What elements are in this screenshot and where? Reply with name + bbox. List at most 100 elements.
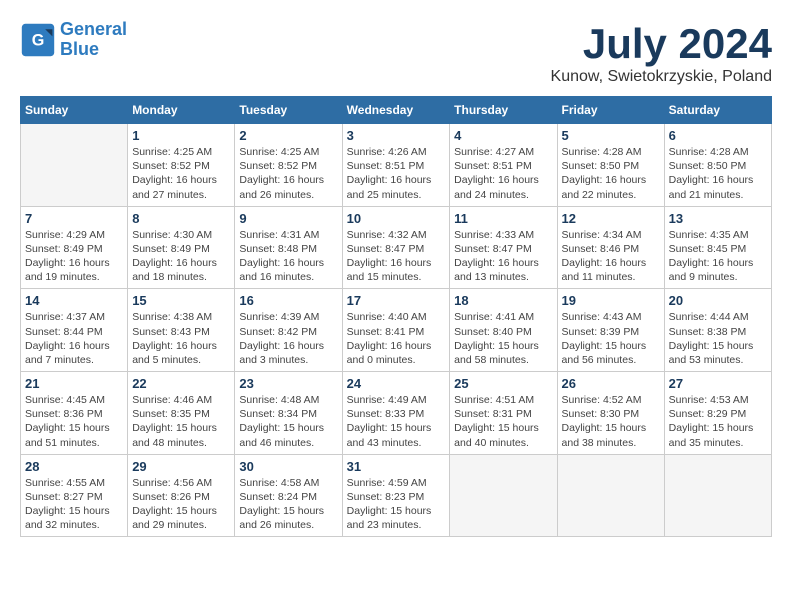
day-info: Sunrise: 4:39 AMSunset: 8:42 PMDaylight:… [239,310,337,367]
day-number: 28 [25,459,123,474]
column-header-sunday: Sunday [21,97,128,124]
calendar-cell [557,454,664,537]
calendar-cell [21,124,128,207]
column-header-monday: Monday [128,97,235,124]
day-info: Sunrise: 4:29 AMSunset: 8:49 PMDaylight:… [25,228,123,285]
column-header-tuesday: Tuesday [235,97,342,124]
calendar-cell [664,454,771,537]
calendar-cell: 6Sunrise: 4:28 AMSunset: 8:50 PMDaylight… [664,124,771,207]
day-info: Sunrise: 4:53 AMSunset: 8:29 PMDaylight:… [669,393,767,450]
day-info: Sunrise: 4:41 AMSunset: 8:40 PMDaylight:… [454,310,552,367]
calendar-cell: 9 Sunrise: 4:31 AMSunset: 8:48 PMDaylight… [235,206,342,289]
logo: G General Blue [20,20,127,60]
day-info: Sunrise: 4:37 AMSunset: 8:44 PMDaylight:… [25,310,123,367]
day-number: 11 [454,211,552,226]
calendar-cell: 5Sunrise: 4:28 AMSunset: 8:50 PMDaylight… [557,124,664,207]
day-number: 13 [669,211,767,226]
calendar-week-row: 14 Sunrise: 4:37 AMSunset: 8:44 PMDayligh… [21,289,772,372]
day-number: 16 [239,293,337,308]
day-info: Sunrise: 4:32 AMSunset: 8:47 PMDaylight:… [347,228,446,285]
calendar-cell: 20 Sunrise: 4:44 AMSunset: 8:38 PMDayligh… [664,289,771,372]
day-info: Sunrise: 4:49 AMSunset: 8:33 PMDaylight:… [347,393,446,450]
month-title: July 2024 [551,20,772,68]
calendar-cell: 26 Sunrise: 4:52 AMSunset: 8:30 PMDayligh… [557,372,664,455]
day-number: 8 [132,211,230,226]
title-block: July 2024 Kunow, Swietokrzyskie, Poland [551,20,772,86]
day-info: Sunrise: 4:45 AMSunset: 8:36 PMDaylight:… [25,393,123,450]
day-info: Sunrise: 4:55 AMSunset: 8:27 PMDaylight:… [25,476,123,533]
svg-text:G: G [32,31,45,49]
day-info: Sunrise: 4:31 AMSunset: 8:48 PMDaylight:… [239,228,337,285]
day-number: 9 [239,211,337,226]
day-info: Sunrise: 4:25 AMSunset: 8:52 PMDaylight:… [132,145,230,202]
day-number: 14 [25,293,123,308]
calendar-cell: 11 Sunrise: 4:33 AMSunset: 8:47 PMDayligh… [450,206,557,289]
day-number: 26 [562,376,660,391]
day-info: Sunrise: 4:48 AMSunset: 8:34 PMDaylight:… [239,393,337,450]
calendar-cell [450,454,557,537]
day-info: Sunrise: 4:58 AMSunset: 8:24 PMDaylight:… [239,476,337,533]
calendar-cell: 22Sunrise: 4:46 AMSunset: 8:35 PMDayligh… [128,372,235,455]
calendar-cell: 18 Sunrise: 4:41 AMSunset: 8:40 PMDayligh… [450,289,557,372]
logo-icon: G [20,22,56,58]
calendar-cell: 4 Sunrise: 4:27 AMSunset: 8:51 PMDaylight… [450,124,557,207]
calendar-header-row: SundayMondayTuesdayWednesdayThursdayFrid… [21,97,772,124]
day-number: 4 [454,128,552,143]
day-number: 23 [239,376,337,391]
day-info: Sunrise: 4:59 AMSunset: 8:23 PMDaylight:… [347,476,446,533]
day-number: 7 [25,211,123,226]
calendar-cell: 16 Sunrise: 4:39 AMSunset: 8:42 PMDayligh… [235,289,342,372]
day-info: Sunrise: 4:51 AMSunset: 8:31 PMDaylight:… [454,393,552,450]
day-number: 17 [347,293,446,308]
day-number: 2 [239,128,337,143]
day-number: 30 [239,459,337,474]
calendar-cell: 25Sunrise: 4:51 AMSunset: 8:31 PMDayligh… [450,372,557,455]
logo-text: General Blue [60,20,127,60]
day-info: Sunrise: 4:28 AMSunset: 8:50 PMDaylight:… [669,145,767,202]
logo-line2: Blue [60,39,99,59]
day-info: Sunrise: 4:44 AMSunset: 8:38 PMDaylight:… [669,310,767,367]
day-info: Sunrise: 4:40 AMSunset: 8:41 PMDaylight:… [347,310,446,367]
day-info: Sunrise: 4:28 AMSunset: 8:50 PMDaylight:… [562,145,660,202]
calendar-cell: 12 Sunrise: 4:34 AMSunset: 8:46 PMDayligh… [557,206,664,289]
day-number: 31 [347,459,446,474]
day-info: Sunrise: 4:35 AMSunset: 8:45 PMDaylight:… [669,228,767,285]
day-number: 29 [132,459,230,474]
day-number: 1 [132,128,230,143]
day-info: Sunrise: 4:38 AMSunset: 8:43 PMDaylight:… [132,310,230,367]
calendar-week-row: 21Sunrise: 4:45 AMSunset: 8:36 PMDayligh… [21,372,772,455]
calendar-cell: 31 Sunrise: 4:59 AMSunset: 8:23 PMDayligh… [342,454,450,537]
header: G General Blue July 2024 Kunow, Swietokr… [20,20,772,86]
calendar-cell: 19Sunrise: 4:43 AMSunset: 8:39 PMDayligh… [557,289,664,372]
calendar-cell: 1 Sunrise: 4:25 AMSunset: 8:52 PMDaylight… [128,124,235,207]
calendar-cell: 17 Sunrise: 4:40 AMSunset: 8:41 PMDayligh… [342,289,450,372]
day-number: 20 [669,293,767,308]
calendar-table: SundayMondayTuesdayWednesdayThursdayFrid… [20,96,772,537]
day-number: 19 [562,293,660,308]
calendar-cell: 10Sunrise: 4:32 AMSunset: 8:47 PMDayligh… [342,206,450,289]
day-info: Sunrise: 4:52 AMSunset: 8:30 PMDaylight:… [562,393,660,450]
day-number: 3 [347,128,446,143]
logo-line1: General [60,19,127,39]
column-header-thursday: Thursday [450,97,557,124]
calendar-cell: 23 Sunrise: 4:48 AMSunset: 8:34 PMDayligh… [235,372,342,455]
column-header-saturday: Saturday [664,97,771,124]
calendar-cell: 30 Sunrise: 4:58 AMSunset: 8:24 PMDayligh… [235,454,342,537]
calendar-week-row: 28 Sunrise: 4:55 AMSunset: 8:27 PMDayligh… [21,454,772,537]
day-number: 12 [562,211,660,226]
calendar-cell: 8 Sunrise: 4:30 AMSunset: 8:49 PMDaylight… [128,206,235,289]
calendar-cell: 13 Sunrise: 4:35 AMSunset: 8:45 PMDayligh… [664,206,771,289]
calendar-cell: 2 Sunrise: 4:25 AMSunset: 8:52 PMDaylight… [235,124,342,207]
day-number: 18 [454,293,552,308]
day-info: Sunrise: 4:27 AMSunset: 8:51 PMDaylight:… [454,145,552,202]
day-info: Sunrise: 4:34 AMSunset: 8:46 PMDaylight:… [562,228,660,285]
day-info: Sunrise: 4:56 AMSunset: 8:26 PMDaylight:… [132,476,230,533]
day-info: Sunrise: 4:30 AMSunset: 8:49 PMDaylight:… [132,228,230,285]
day-number: 15 [132,293,230,308]
day-info: Sunrise: 4:33 AMSunset: 8:47 PMDaylight:… [454,228,552,285]
location-title: Kunow, Swietokrzyskie, Poland [551,68,772,86]
calendar-cell: 14 Sunrise: 4:37 AMSunset: 8:44 PMDayligh… [21,289,128,372]
calendar-cell: 3Sunrise: 4:26 AMSunset: 8:51 PMDaylight… [342,124,450,207]
day-info: Sunrise: 4:25 AMSunset: 8:52 PMDaylight:… [239,145,337,202]
column-header-friday: Friday [557,97,664,124]
